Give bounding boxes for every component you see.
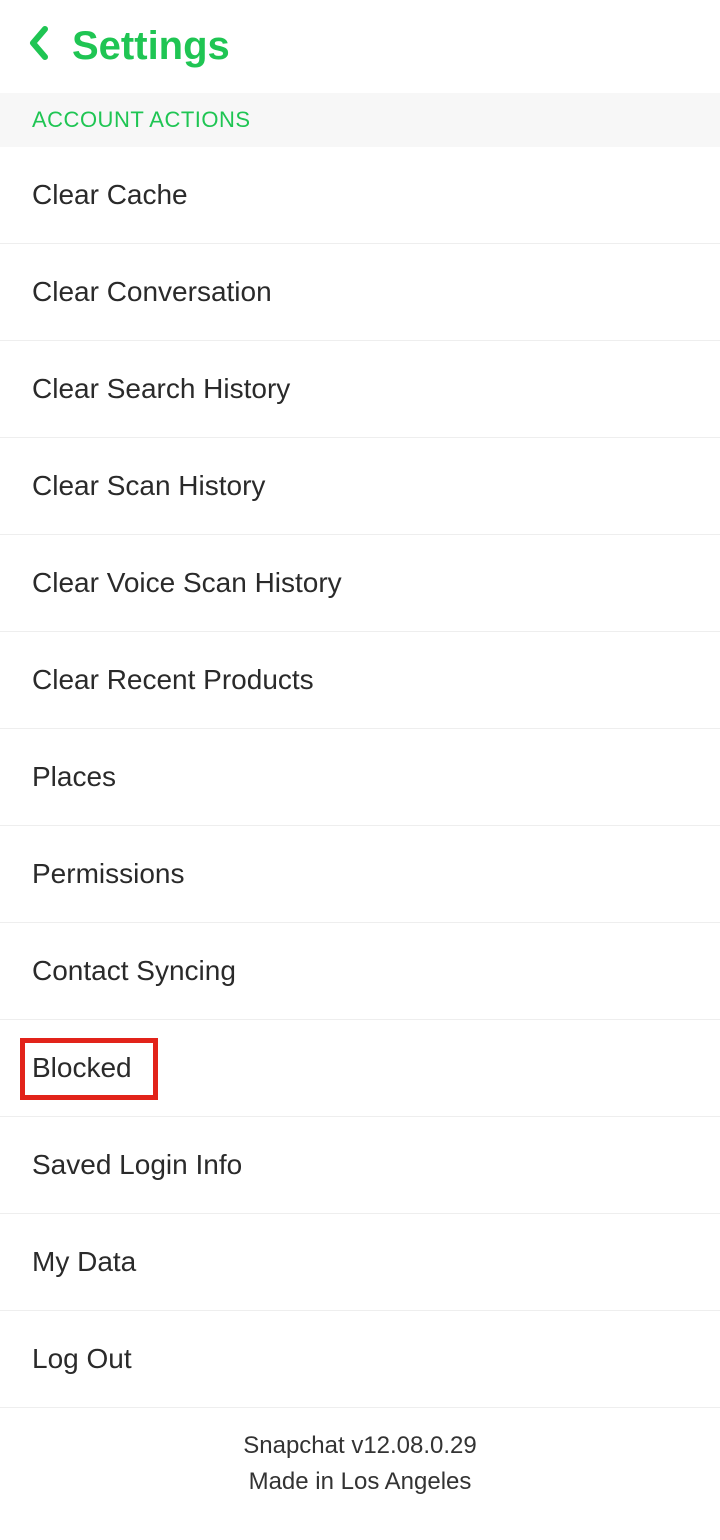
list-item-label: Log Out	[32, 1343, 132, 1374]
list-item-clear-search-history[interactable]: Clear Search History	[0, 341, 720, 438]
list-item-label: Contact Syncing	[32, 955, 236, 986]
footer-version: Snapchat v12.08.0.29	[0, 1428, 720, 1464]
list-item-log-out[interactable]: Log Out	[0, 1311, 720, 1408]
list-item-contact-syncing[interactable]: Contact Syncing	[0, 923, 720, 1020]
list-item-my-data[interactable]: My Data	[0, 1214, 720, 1311]
list-item-blocked[interactable]: Blocked	[0, 1020, 720, 1117]
list-item-label: Clear Cache	[32, 179, 188, 210]
list-item-clear-recent-products[interactable]: Clear Recent Products	[0, 632, 720, 729]
list-item-label: Clear Recent Products	[32, 664, 314, 695]
list-item-saved-login-info[interactable]: Saved Login Info	[0, 1117, 720, 1214]
list-item-label: Clear Voice Scan History	[32, 567, 342, 598]
list-item-label: Places	[32, 761, 116, 792]
list-item-label: Saved Login Info	[32, 1149, 242, 1180]
footer: Snapchat v12.08.0.29 Made in Los Angeles	[0, 1408, 720, 1540]
list-item-clear-scan-history[interactable]: Clear Scan History	[0, 438, 720, 535]
list-item-label: Permissions	[32, 858, 184, 889]
footer-location: Made in Los Angeles	[0, 1464, 720, 1500]
settings-header: Settings	[0, 0, 720, 93]
list-item-clear-voice-scan-history[interactable]: Clear Voice Scan History	[0, 535, 720, 632]
back-chevron-icon[interactable]	[28, 26, 48, 67]
list-item-places[interactable]: Places	[0, 729, 720, 826]
list-item-label: Clear Conversation	[32, 276, 272, 307]
list-item-permissions[interactable]: Permissions	[0, 826, 720, 923]
list-item-label: My Data	[32, 1246, 136, 1277]
list-item-clear-cache[interactable]: Clear Cache	[0, 147, 720, 244]
list-item-label: Clear Search History	[32, 373, 290, 404]
list-item-label: Blocked	[32, 1052, 132, 1083]
page-title: Settings	[72, 24, 230, 69]
list-item-label: Clear Scan History	[32, 470, 265, 501]
section-header-account-actions: ACCOUNT ACTIONS	[0, 93, 720, 147]
list-item-clear-conversation[interactable]: Clear Conversation	[0, 244, 720, 341]
